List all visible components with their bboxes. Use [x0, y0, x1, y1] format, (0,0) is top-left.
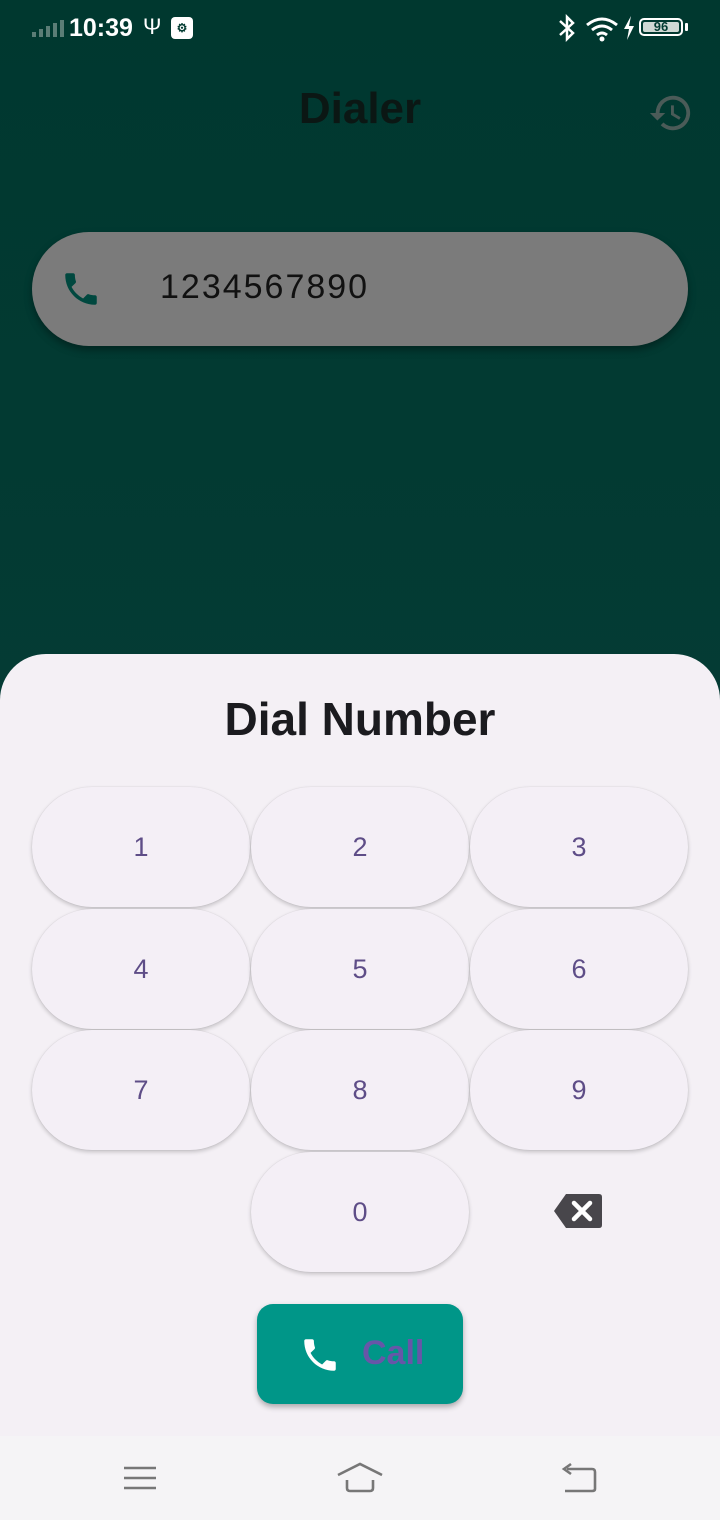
phone-number-field[interactable]: 1234567890 — [32, 232, 688, 346]
key-7[interactable]: 7 — [32, 1030, 250, 1150]
phone-number-value: 1234567890 — [160, 268, 370, 306]
status-time: 10:39 — [69, 14, 133, 42]
signal-icon — [32, 20, 64, 37]
sheet-title: Dial Number — [224, 693, 496, 745]
key-8[interactable]: 8 — [251, 1030, 469, 1150]
phone-icon — [304, 1339, 336, 1371]
history-icon[interactable] — [648, 90, 694, 136]
phone-icon — [65, 273, 97, 305]
menu-icon[interactable] — [122, 1456, 158, 1500]
back-icon[interactable] — [559, 1456, 599, 1500]
key-6[interactable]: 6 — [470, 909, 688, 1029]
key-0[interactable]: 0 — [251, 1152, 469, 1272]
home-icon[interactable] — [335, 1456, 385, 1500]
notification-badge-icon: ⚙ — [171, 17, 193, 39]
dial-sheet: Dial Number 1 2 3 4 5 6 7 8 9 0 Call — [0, 654, 720, 1520]
charging-icon — [624, 16, 634, 40]
bluetooth-icon — [559, 14, 575, 42]
key-9[interactable]: 9 — [470, 1030, 688, 1150]
page-title: Dialer — [298, 84, 422, 133]
key-5[interactable]: 5 — [251, 909, 469, 1029]
battery-icon: 96 — [639, 18, 683, 36]
battery-tip — [685, 23, 688, 31]
key-3[interactable]: 3 — [470, 787, 688, 907]
key-4[interactable]: 4 — [32, 909, 250, 1029]
battery-level: 96 — [653, 19, 669, 34]
call-button[interactable]: Call — [257, 1304, 463, 1404]
key-2[interactable]: 2 — [251, 787, 469, 907]
backspace-icon[interactable] — [552, 1192, 604, 1230]
call-label: Call — [362, 1334, 425, 1372]
navigation-bar — [0, 1436, 720, 1520]
key-1[interactable]: 1 — [32, 787, 250, 907]
status-bar: 10:39 Ψ ⚙ 96 — [0, 0, 720, 58]
wifi-icon — [586, 17, 618, 42]
usb-icon: Ψ — [143, 14, 162, 39]
